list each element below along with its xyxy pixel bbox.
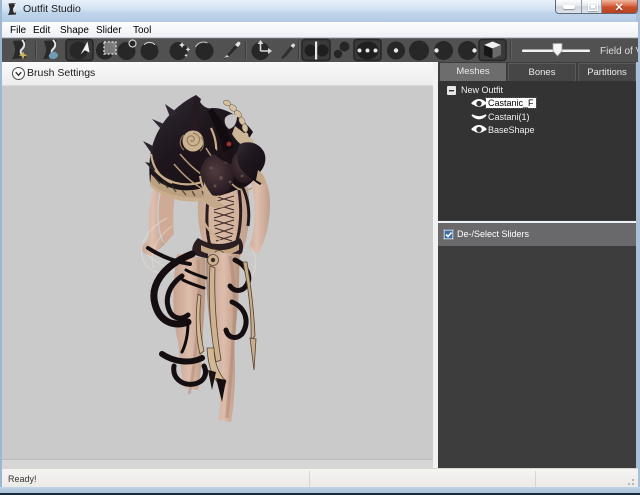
svg-text:Field of V: Field of V xyxy=(600,46,638,57)
